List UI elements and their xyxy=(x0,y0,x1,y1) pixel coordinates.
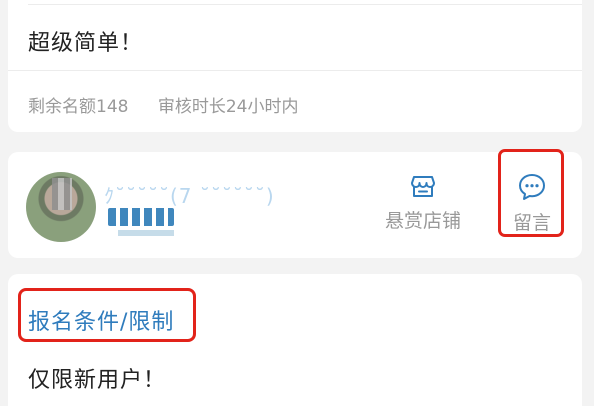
remaining-quota: 剩余名额148 xyxy=(28,97,129,117)
message-button-label: 留言 xyxy=(512,212,551,234)
message-button[interactable]: 留言 xyxy=(496,164,568,242)
shop-button-label: 悬赏店铺 xyxy=(384,210,461,232)
conditions-title: 报名条件/限制 xyxy=(28,310,175,335)
publisher-name[interactable]: ｸ˘˘˘˘˘(7 ˘˘˘˘˘˘) xyxy=(104,180,275,209)
mosaic-mask xyxy=(52,178,72,210)
divider xyxy=(8,70,582,71)
publisher-subtext xyxy=(118,230,174,236)
chat-bubble-icon xyxy=(519,174,545,200)
review-time: 审核时长24小时内 xyxy=(157,97,299,117)
task-meta: 剩余名额148 审核时长24小时内 xyxy=(28,92,323,117)
store-icon xyxy=(411,176,435,197)
avatar[interactable] xyxy=(26,172,96,242)
conditions-content: 仅限新用户！ xyxy=(28,368,167,393)
publisher-card: ｸ˘˘˘˘˘(7 ˘˘˘˘˘˘) 悬赏店铺 留言 xyxy=(8,149,582,258)
task-title: 超级简单！ xyxy=(28,31,144,56)
task-summary-card: 超级简单！ 剩余名额148 审核时长24小时内 xyxy=(8,0,582,132)
divider xyxy=(28,4,582,5)
task-detail-page: 超级简单！ 剩余名额148 审核时长24小时内 ｸ˘˘˘˘˘(7 ˘˘˘˘˘˘)… xyxy=(0,0,594,406)
publisher-badge xyxy=(108,208,174,226)
shop-button[interactable]: 悬赏店铺 xyxy=(368,172,478,238)
conditions-card: 报名条件/限制 仅限新用户！ xyxy=(8,274,582,406)
